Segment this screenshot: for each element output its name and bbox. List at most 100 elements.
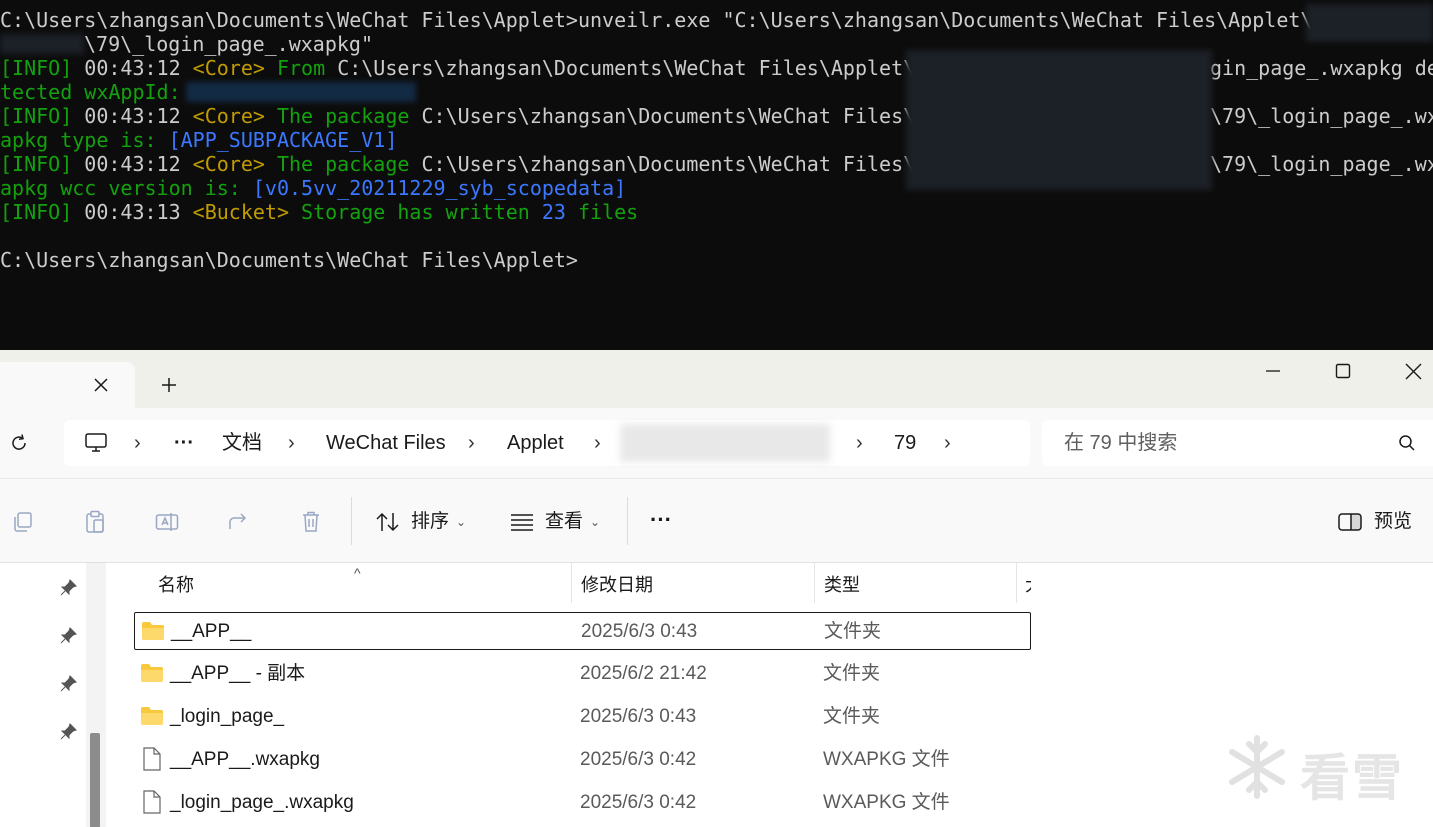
file-modified: 2025/6/3 0:42 [580, 749, 697, 770]
chevron-down-icon[interactable]: ⌄ [456, 510, 466, 534]
search-icon[interactable] [1396, 432, 1418, 454]
search-input[interactable]: 在 79 中搜索 [1042, 420, 1433, 466]
redacted-region [186, 82, 416, 102]
file-modified: 2025/6/2 21:42 [580, 663, 707, 684]
file-row[interactable]: __APP__ 2025/6/3 0:43 文件夹 [134, 612, 1031, 650]
breadcrumb-item-documents[interactable]: 文档 [222, 420, 262, 466]
log-time: 00:43:13 [84, 200, 181, 224]
folder-icon [141, 707, 163, 725]
more-options-button[interactable]: ··· [650, 508, 672, 532]
terminal-window: C:\Users\zhangsan\Documents\WeChat Files… [0, 0, 1433, 350]
sort-button[interactable]: 排序 [411, 510, 449, 534]
file-row[interactable]: __APP__ - 副本 2025/6/2 21:42 文件夹 [134, 655, 1031, 693]
log-count: 23 [541, 200, 566, 224]
log-time: 00:43:12 [84, 104, 181, 128]
log-level: [INFO] [0, 104, 73, 128]
terminal-log-line: [INFO] 00:43:12 <Core> The package C:\Us… [0, 152, 915, 176]
watermark-text: 看雪 [1300, 750, 1404, 806]
file-row[interactable]: _login_page_.wxapkg 2025/6/3 0:42 WXAPKG… [134, 784, 1031, 822]
breadcrumb-item-applet[interactable]: Applet [507, 420, 564, 466]
file-name: __APP__ [171, 621, 252, 642]
terminal-prompt: C:\Users\zhangsan\Documents\WeChat Files… [0, 8, 578, 32]
log-level: [INFO] [0, 56, 73, 80]
log-path: C:\Users\zhangsan\Documents\WeChat Files… [421, 104, 916, 128]
log-path-tail: \79\_login_page_.wx [1210, 152, 1433, 176]
breadcrumb[interactable]: › ··· 文档 › WeChat Files › Applet › › 79 … [64, 420, 1030, 466]
chevron-right-icon[interactable]: › [288, 420, 295, 466]
file-modified: 2025/6/3 0:43 [581, 621, 698, 642]
column-header-modified[interactable]: 修改日期 [581, 563, 653, 603]
column-divider[interactable] [814, 563, 815, 603]
paste-icon[interactable] [82, 509, 108, 535]
log-message: The package [276, 152, 410, 176]
close-icon[interactable] [88, 372, 114, 398]
log-path-tail: gin_page_.wxapkg de [1210, 56, 1433, 80]
terminal-line: C:\Users\zhangsan\Documents\WeChat Files… [0, 8, 1312, 32]
log-time: 00:43:12 [84, 56, 181, 80]
scrollbar-thumb[interactable] [90, 733, 100, 827]
delete-icon[interactable] [298, 509, 324, 535]
log-message: Storage has written [301, 200, 530, 224]
file-modified: 2025/6/3 0:42 [580, 792, 697, 813]
file-type: WXAPKG 文件 [823, 792, 950, 813]
rename-icon[interactable] [154, 509, 180, 535]
breadcrumb-item-79[interactable]: 79 [894, 420, 916, 466]
column-header-type[interactable]: 类型 [824, 563, 860, 603]
column-divider[interactable] [1016, 563, 1017, 603]
pin-icon[interactable] [58, 674, 78, 694]
chevron-right-icon[interactable]: › [856, 420, 863, 466]
sort-icon[interactable] [374, 509, 402, 535]
file-type: 文件夹 [823, 706, 881, 727]
pin-icon[interactable] [58, 578, 78, 598]
view-button[interactable]: 查看 [545, 510, 583, 534]
column-header-size[interactable]: 大 [1025, 563, 1031, 603]
refresh-icon[interactable] [6, 430, 32, 456]
log-path: C:\Users\zhangsan\Documents\WeChat Files… [337, 56, 916, 80]
log-unit: files [578, 200, 639, 224]
log-level: [INFO] [0, 152, 73, 176]
terminal-log-line: [INFO] 00:43:13 <Bucket> Storage has wri… [0, 200, 638, 224]
search-placeholder: 在 79 中搜索 [1064, 432, 1178, 454]
view-icon[interactable] [508, 509, 536, 535]
toolbar-divider [627, 497, 628, 545]
close-icon[interactable] [1400, 358, 1426, 384]
share-icon[interactable] [226, 509, 252, 535]
pin-icon[interactable] [58, 626, 78, 646]
log-continuation: apkg type is: [0, 128, 157, 152]
sort-ascending-icon: ^ [354, 565, 361, 581]
log-module: <Core> [192, 56, 265, 80]
plus-icon[interactable] [156, 372, 182, 398]
breadcrumb-more[interactable]: ··· [174, 420, 194, 466]
chevron-down-icon[interactable]: ⌄ [590, 510, 600, 534]
navigation-bar: › ··· 文档 › WeChat Files › Applet › › 79 … [0, 408, 1433, 478]
command-toolbar: 排序 ⌄ 查看 ⌄ ··· 预览 [0, 478, 1433, 563]
chevron-right-icon[interactable]: › [468, 420, 475, 466]
chevron-right-icon[interactable]: › [944, 420, 951, 466]
computer-icon[interactable] [82, 430, 110, 456]
file-icon [143, 790, 161, 814]
log-value: [APP_SUBPACKAGE_V1] [168, 128, 398, 152]
column-divider[interactable] [571, 563, 572, 603]
breadcrumb-item-wechat-files[interactable]: WeChat Files [326, 420, 446, 466]
terminal-prompt[interactable]: C:\Users\zhangsan\Documents\WeChat Files… [0, 248, 578, 272]
chevron-right-icon[interactable]: › [134, 420, 141, 466]
column-header-name[interactable]: 名称 [158, 563, 194, 603]
redacted-region [1306, 4, 1433, 42]
folder-icon [142, 622, 164, 640]
file-row[interactable]: _login_page_ 2025/6/3 0:43 文件夹 [134, 698, 1031, 736]
copy-icon[interactable] [10, 509, 36, 535]
explorer-tab[interactable] [0, 362, 135, 408]
minimize-icon[interactable] [1260, 358, 1286, 384]
file-type: 文件夹 [824, 621, 882, 642]
redacted-region [0, 34, 84, 54]
log-module: <Bucket> [192, 200, 289, 224]
maximize-icon[interactable] [1330, 358, 1356, 384]
pin-icon[interactable] [58, 722, 78, 742]
file-name: _login_page_ [170, 706, 285, 727]
file-row[interactable]: __APP__.wxapkg 2025/6/3 0:42 WXAPKG 文件 [134, 741, 1031, 779]
chevron-right-icon[interactable]: › [594, 420, 601, 466]
preview-pane-icon[interactable] [1336, 509, 1364, 535]
preview-button[interactable]: 预览 [1374, 510, 1412, 534]
file-icon [143, 747, 161, 771]
file-type: WXAPKG 文件 [823, 749, 950, 770]
